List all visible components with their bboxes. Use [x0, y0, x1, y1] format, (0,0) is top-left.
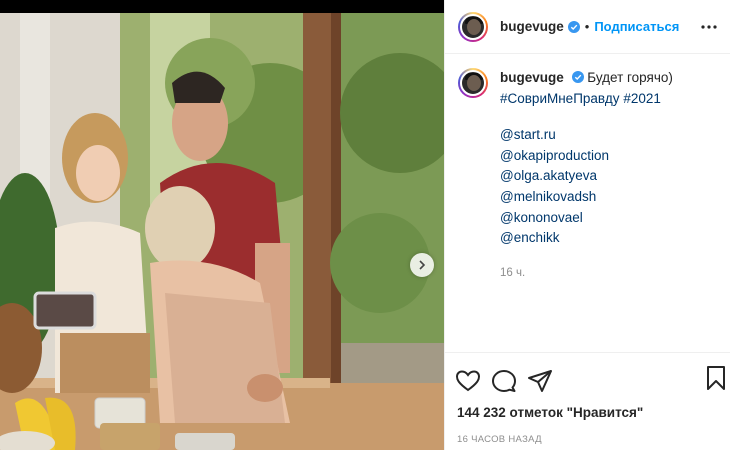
top-dark-strip: [0, 0, 444, 13]
mention-link[interactable]: @okapiproduction: [500, 146, 714, 167]
separator-dot: •: [584, 19, 590, 34]
instagram-post-modal: bugevuge • Подписаться bugevuge Будет го…: [0, 0, 730, 450]
caption-area: bugevuge Будет горячо) #СовриМнеПравду #…: [445, 54, 730, 352]
likes-count[interactable]: 144 232 отметок "Нравится": [445, 405, 730, 420]
caption-mentions: @start.ru @okapiproduction @olga.akatyev…: [500, 125, 714, 249]
header-username[interactable]: bugevuge: [500, 19, 564, 34]
verified-badge-icon: [567, 20, 580, 33]
mention-link[interactable]: @start.ru: [500, 125, 714, 146]
post-header: bugevuge • Подписаться: [445, 0, 730, 54]
heart-icon[interactable]: [455, 368, 481, 394]
caption-hashtags[interactable]: #СовриМнеПравду #2021: [500, 89, 714, 110]
caption-row: bugevuge Будет горячо) #СовриМнеПравду #…: [458, 68, 714, 283]
mention-link[interactable]: @olga.akatyeva: [500, 166, 714, 187]
bookmark-icon[interactable]: [703, 365, 729, 391]
caption-timestamp[interactable]: 16 ч.: [500, 263, 714, 284]
action-icons: [445, 353, 730, 399]
mention-link[interactable]: @kononovael: [500, 208, 714, 229]
caption-username[interactable]: bugevuge: [500, 70, 564, 85]
caption: bugevuge Будет горячо) #СовриМнеПравду #…: [500, 68, 714, 283]
caption-avatar[interactable]: [458, 68, 488, 98]
mention-link[interactable]: @enchikk: [500, 228, 714, 249]
post-side-panel: bugevuge • Подписаться bugevuge Будет го…: [444, 0, 730, 450]
avatar[interactable]: [458, 11, 488, 42]
next-photo-button[interactable]: [410, 253, 434, 277]
mention-link[interactable]: @melnikovadsh: [500, 187, 714, 208]
actions-bar: 144 232 отметок "Нравится" 16 часов наза…: [445, 352, 730, 450]
verified-badge-icon: [571, 71, 584, 83]
caption-text: Будет горячо): [587, 70, 673, 85]
paper-plane-icon[interactable]: [527, 368, 553, 394]
chevron-right-icon: [419, 260, 426, 270]
comment-icon[interactable]: [491, 368, 517, 394]
post-photo[interactable]: [0, 13, 444, 450]
post-time-ago[interactable]: 16 часов назад: [445, 434, 730, 445]
more-horizontal-icon[interactable]: [700, 18, 718, 36]
follow-button[interactable]: Подписаться: [594, 19, 679, 34]
photo-illustration: [0, 13, 444, 450]
